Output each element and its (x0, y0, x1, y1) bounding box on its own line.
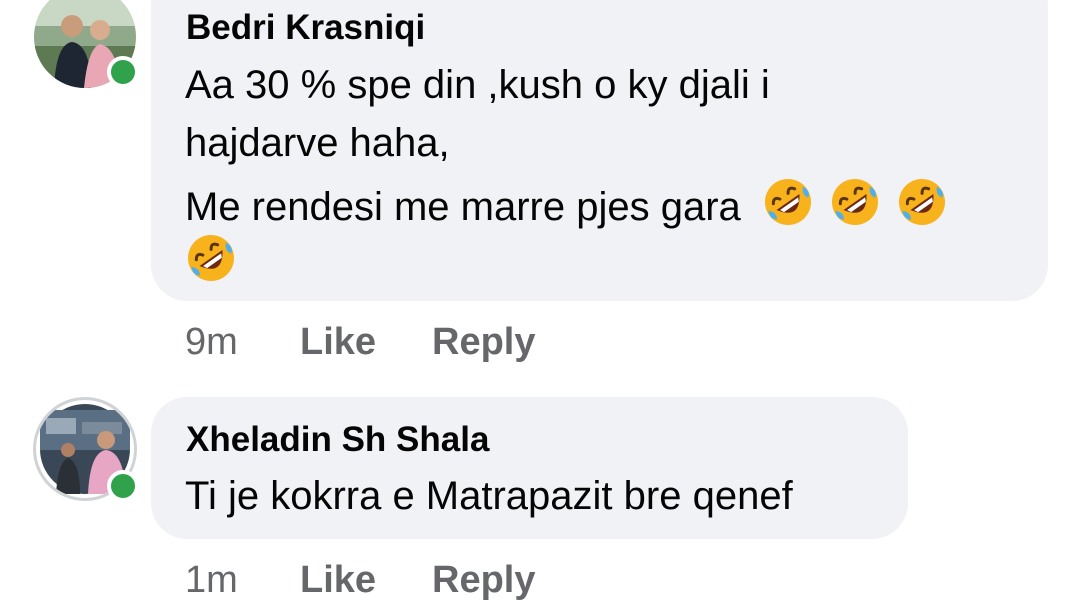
online-status-indicator (107, 56, 139, 88)
comment-timestamp: 9m (185, 321, 238, 363)
rolling-on-the-floor-laughing-icon (832, 179, 879, 225)
comment-text-line: Aa 30 % spe din ,kush o ky djali i (185, 63, 770, 107)
comment-text-line (185, 232, 241, 287)
rolling-on-the-floor-laughing-icon (764, 179, 811, 225)
reply-button[interactable]: Reply (432, 558, 535, 602)
comment-text-line: Ti je kokrra e Matrapazit bre qenef (185, 474, 793, 518)
like-button[interactable]: Like (300, 320, 376, 364)
emoji-group (762, 179, 952, 229)
like-button[interactable]: Like (300, 558, 376, 602)
comment-text-line: hajdarve haha, (185, 121, 450, 165)
reply-button[interactable]: Reply (432, 320, 535, 364)
comment-text-segment: Me rendesi me marre pjes gara (185, 185, 741, 229)
comment-text-line: Me rendesi me marre pjes gara (185, 176, 952, 231)
rolling-on-the-floor-laughing-icon (899, 179, 946, 225)
comment-timestamp: 1m (185, 559, 238, 601)
online-status-indicator (107, 470, 139, 502)
comment-author[interactable]: Bedri Krasniqi (186, 8, 425, 48)
comment-author[interactable]: Xheladin Sh Shala (186, 420, 489, 460)
rolling-on-the-floor-laughing-icon (188, 235, 234, 281)
